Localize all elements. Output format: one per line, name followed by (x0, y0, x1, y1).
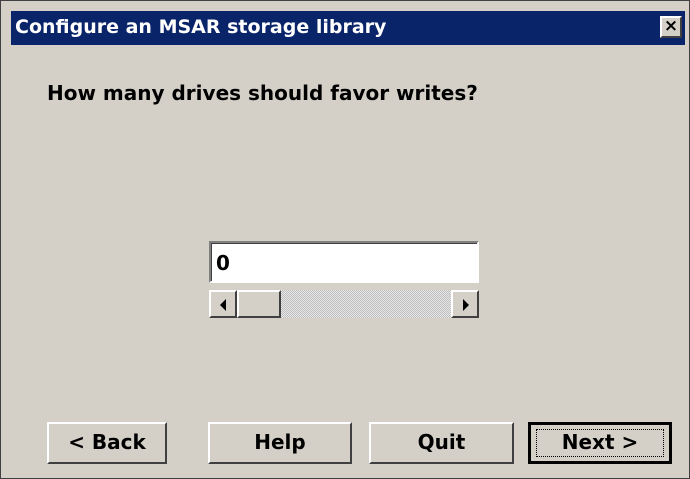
close-icon: × (663, 16, 679, 36)
configure-msar-storage-library-window: Configure an MSAR storage library × How … (0, 0, 690, 479)
help-button[interactable]: Help (208, 422, 352, 464)
title-bar[interactable]: Configure an MSAR storage library × (11, 11, 685, 45)
quit-button-label: Quit (417, 430, 466, 454)
scroll-right-button[interactable] (451, 290, 479, 318)
back-button-label: < Back (68, 430, 146, 454)
help-button-label: Help (254, 430, 306, 454)
window-title: Configure an MSAR storage library (15, 16, 387, 38)
close-button[interactable]: × (660, 16, 682, 38)
scroll-thumb[interactable] (237, 290, 281, 318)
scroll-left-button[interactable] (209, 290, 237, 318)
drive-write-question: How many drives should favor writes? (47, 81, 478, 105)
next-button-label: Next > (561, 430, 639, 454)
back-button[interactable]: < Back (47, 422, 167, 464)
drive-count-scrollbar[interactable] (209, 290, 479, 318)
chevron-right-icon (463, 299, 469, 311)
quit-button[interactable]: Quit (369, 422, 514, 464)
chevron-left-icon (220, 299, 226, 311)
drive-count-value: 0 (216, 251, 230, 275)
next-button[interactable]: Next > (528, 422, 672, 464)
drive-count-field[interactable]: 0 (209, 241, 479, 283)
